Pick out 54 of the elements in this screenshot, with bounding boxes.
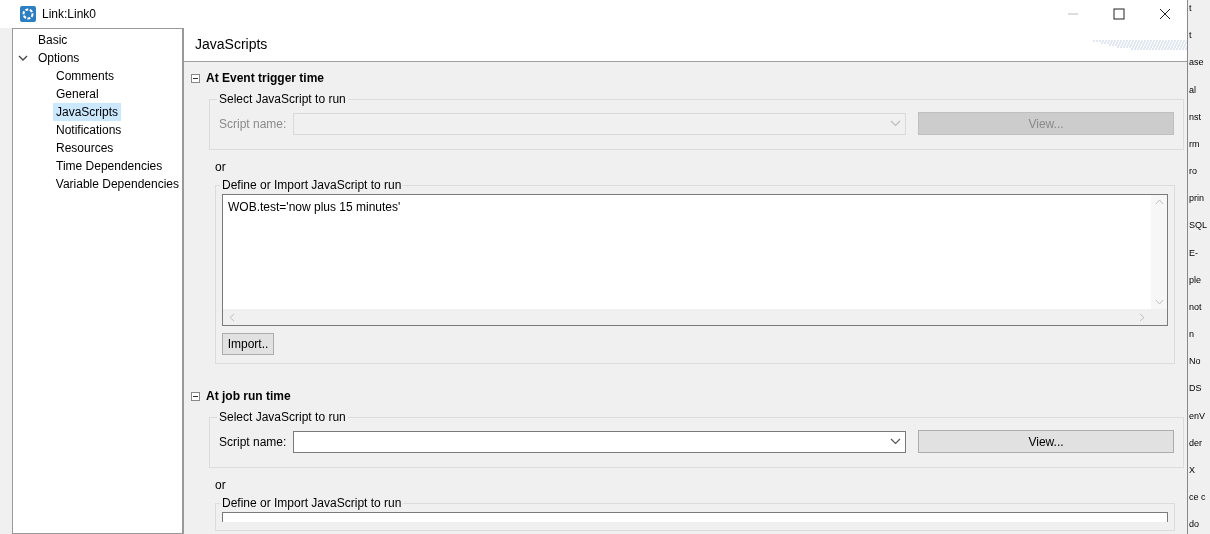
import-button[interactable]: Import.. bbox=[222, 333, 274, 355]
background-text: der bbox=[1188, 436, 1203, 450]
section-title: At job run time bbox=[206, 388, 291, 405]
code-text: WOB.test='now plus 15 minutes' bbox=[227, 199, 402, 216]
background-text: do bbox=[1188, 518, 1200, 532]
group-label: Select JavaScript to run bbox=[218, 409, 347, 426]
tree-item[interactable]: Time Dependencies bbox=[53, 157, 166, 175]
tree-item[interactable]: JavaScripts bbox=[53, 103, 122, 121]
caret-icon bbox=[890, 438, 901, 445]
group-label: Select JavaScript to run bbox=[218, 91, 347, 108]
script-name-dropdown[interactable] bbox=[293, 430, 906, 453]
close-icon[interactable] bbox=[1159, 8, 1171, 20]
background-text: DS bbox=[1188, 382, 1203, 396]
tree-item[interactable]: Resources bbox=[53, 139, 117, 157]
app-icon bbox=[20, 6, 36, 22]
collapse-icon[interactable] bbox=[191, 73, 200, 83]
background-text: ple bbox=[1188, 273, 1202, 287]
or-label: or bbox=[214, 159, 227, 176]
background-text: t bbox=[1188, 2, 1193, 15]
panel-title: JavaScripts bbox=[195, 35, 268, 54]
background-text: rm bbox=[1188, 137, 1201, 151]
code-editor[interactable] bbox=[222, 512, 1168, 522]
background-text: t bbox=[1188, 29, 1193, 43]
background-text: n bbox=[1188, 328, 1195, 342]
background-text: al bbox=[1188, 83, 1197, 97]
background-text: not bbox=[1188, 300, 1203, 314]
background-text: X bbox=[1188, 463, 1196, 477]
group-label: Define or Import JavaScript to run bbox=[221, 495, 403, 512]
background-text: prin bbox=[1188, 192, 1205, 206]
window-title: Link:Link0 bbox=[42, 6, 97, 23]
background-text: No bbox=[1188, 355, 1202, 369]
caret-icon bbox=[890, 120, 901, 127]
background-text: ce c bbox=[1188, 491, 1207, 505]
tree-item[interactable]: Notifications bbox=[53, 121, 125, 139]
background-text: ro bbox=[1188, 165, 1198, 179]
tree-item[interactable]: General bbox=[53, 85, 102, 103]
background-text: E- bbox=[1188, 246, 1199, 260]
group-label: Define or Import JavaScript to run bbox=[221, 177, 403, 194]
collapse-icon[interactable] bbox=[191, 391, 200, 401]
background-text: ase bbox=[1188, 56, 1205, 70]
tree-item[interactable]: Basic bbox=[35, 31, 71, 49]
tree-item[interactable]: Variable Dependencies bbox=[52, 175, 182, 193]
background-text: enV bbox=[1188, 409, 1206, 423]
field-label: Script name: bbox=[219, 433, 285, 451]
background-text: nst bbox=[1188, 110, 1202, 124]
section-title: At Event trigger time bbox=[206, 70, 325, 87]
maximize-icon[interactable] bbox=[1113, 8, 1125, 20]
or-label: or bbox=[214, 477, 227, 494]
background-text: SQL bbox=[1188, 219, 1208, 233]
tree-item[interactable]: Comments bbox=[53, 67, 117, 85]
chevron-icon[interactable] bbox=[18, 53, 28, 63]
view-button[interactable]: View... bbox=[918, 430, 1174, 453]
tree-item[interactable]: Options bbox=[35, 49, 83, 67]
field-label: Script name: bbox=[219, 115, 285, 133]
